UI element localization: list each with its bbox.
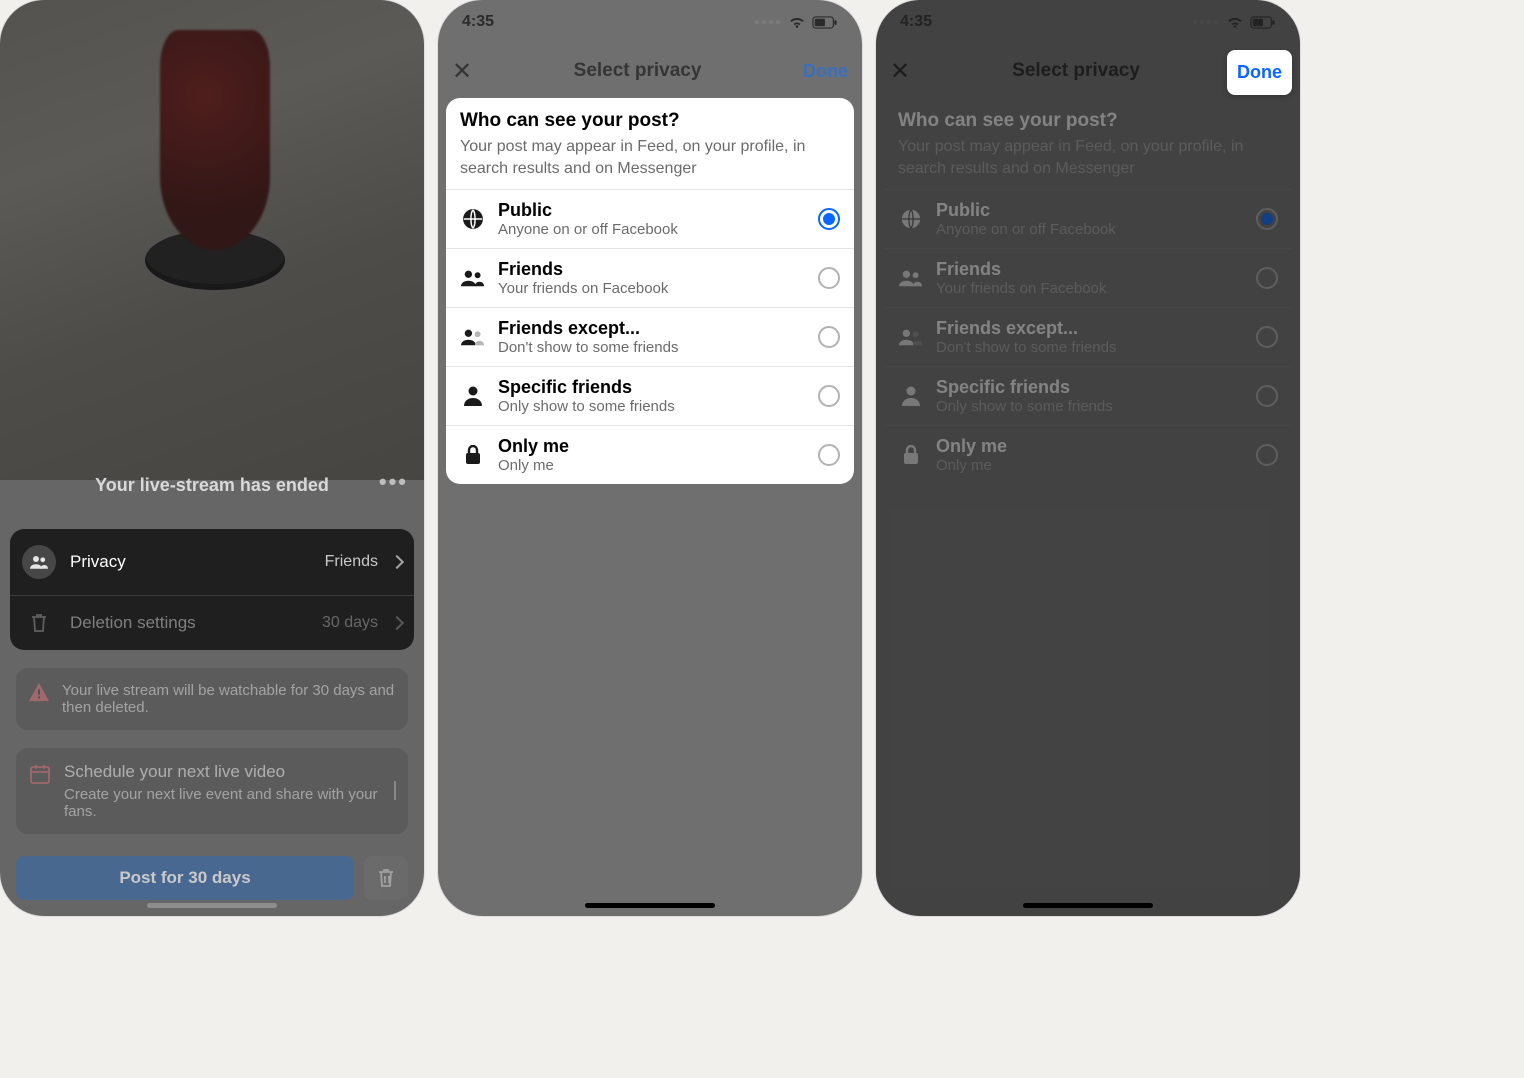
settings-card: Privacy Friends Deletion settings 30 day… (10, 529, 414, 650)
status-bar: 4:35 ●●●● (438, 0, 862, 44)
privacy-subtitle: Your post may appear in Feed, on your pr… (460, 136, 840, 179)
status-bar: 4:35 ●●●● (876, 0, 1300, 44)
radio-unselected[interactable] (1256, 444, 1278, 466)
radio-unselected[interactable] (1256, 326, 1278, 348)
option-specific-friends[interactable]: Specific friendsOnly show to some friend… (446, 366, 854, 425)
done-button-highlighted[interactable]: Done (1227, 50, 1292, 95)
option-only-me[interactable]: Only meOnly me (446, 425, 854, 484)
option-friends-except[interactable]: Friends except...Don't show to some frie… (446, 307, 854, 366)
globe-icon (898, 208, 924, 230)
calendar-icon (28, 762, 52, 820)
modal-header: ✕ Select privacy Done (438, 44, 862, 98)
option-public[interactable]: PublicAnyone on or off Facebook (884, 189, 1292, 248)
schedule-title: Schedule your next live video (64, 762, 382, 782)
status-time: 4:35 (900, 13, 932, 31)
privacy-value: Friends (325, 553, 378, 571)
screen-livestream-ended: Your live-stream has ended ••• Privacy F… (0, 0, 424, 916)
radio-unselected[interactable] (1256, 385, 1278, 407)
option-friends[interactable]: FriendsYour friends on Facebook (884, 248, 1292, 307)
trash-icon (22, 612, 56, 634)
privacy-question: Who can see your post? (898, 110, 1278, 132)
deletion-value: 30 days (322, 614, 378, 632)
notice-text: Your live stream will be watchable for 3… (62, 682, 396, 716)
chevron-right-icon (390, 555, 404, 569)
lock-icon (898, 445, 924, 465)
friends-except-icon (898, 328, 924, 346)
done-button[interactable]: Done (803, 61, 848, 82)
home-indicator (147, 903, 277, 908)
schedule-desc: Create your next live event and share wi… (64, 786, 382, 820)
close-icon[interactable]: ✕ (890, 57, 910, 86)
option-only-me[interactable]: Only meOnly me (884, 425, 1292, 484)
radio-unselected[interactable] (818, 385, 840, 407)
home-indicator (585, 903, 715, 908)
privacy-subtitle: Your post may appear in Feed, on your pr… (898, 136, 1278, 179)
modal-title: Select privacy (1012, 60, 1140, 82)
deletion-label: Deletion settings (70, 613, 196, 633)
radio-unselected[interactable] (1256, 267, 1278, 289)
option-public[interactable]: PublicAnyone on or off Facebook (446, 189, 854, 248)
wifi-icon (1226, 16, 1244, 29)
privacy-label: Privacy (70, 552, 126, 572)
screen-select-privacy: 4:35 ●●●● ✕ Select privacy Done Who can … (438, 0, 862, 916)
radio-unselected[interactable] (818, 267, 840, 289)
warning-icon (28, 682, 50, 716)
wifi-icon (788, 16, 806, 29)
friends-icon (898, 269, 924, 287)
radio-selected[interactable] (818, 208, 840, 230)
chevron-right-icon (394, 781, 396, 800)
lock-icon (460, 445, 486, 465)
close-icon[interactable]: ✕ (452, 57, 472, 86)
chevron-right-icon (390, 616, 404, 630)
privacy-card: Who can see your post? Your post may app… (884, 98, 1292, 484)
option-specific-friends[interactable]: Specific friendsOnly show to some friend… (884, 366, 1292, 425)
deletion-row[interactable]: Deletion settings 30 days (10, 596, 414, 650)
privacy-card: Who can see your post? Your post may app… (446, 98, 854, 484)
panel-title: Your live-stream has ended (95, 475, 329, 496)
more-icon[interactable]: ••• (379, 469, 408, 495)
radio-selected[interactable] (1256, 208, 1278, 230)
globe-icon (460, 208, 486, 230)
battery-icon (1250, 16, 1276, 29)
radio-unselected[interactable] (818, 444, 840, 466)
cellular-icon: ●●●● (1192, 17, 1220, 28)
person-icon (898, 386, 924, 406)
screen-select-privacy-done: 4:35 ●●●● ✕ Select privacy Who can see y… (876, 0, 1300, 916)
modal-title: Select privacy (574, 60, 702, 82)
friends-icon (460, 269, 486, 287)
delete-button[interactable] (364, 856, 408, 900)
option-friends[interactable]: FriendsYour friends on Facebook (446, 248, 854, 307)
deletion-notice: Your live stream will be watchable for 3… (16, 668, 408, 730)
privacy-row[interactable]: Privacy Friends (10, 529, 414, 596)
cellular-icon: ●●●● (754, 17, 782, 28)
friends-icon (22, 545, 56, 579)
radio-unselected[interactable] (818, 326, 840, 348)
person-icon (460, 386, 486, 406)
battery-icon (812, 16, 838, 29)
home-indicator (1023, 903, 1153, 908)
post-button[interactable]: Post for 30 days (16, 856, 354, 900)
status-time: 4:35 (462, 13, 494, 31)
privacy-question: Who can see your post? (460, 110, 840, 132)
schedule-card[interactable]: Schedule your next live video Create you… (16, 748, 408, 834)
option-friends-except[interactable]: Friends except...Don't show to some frie… (884, 307, 1292, 366)
friends-except-icon (460, 328, 486, 346)
